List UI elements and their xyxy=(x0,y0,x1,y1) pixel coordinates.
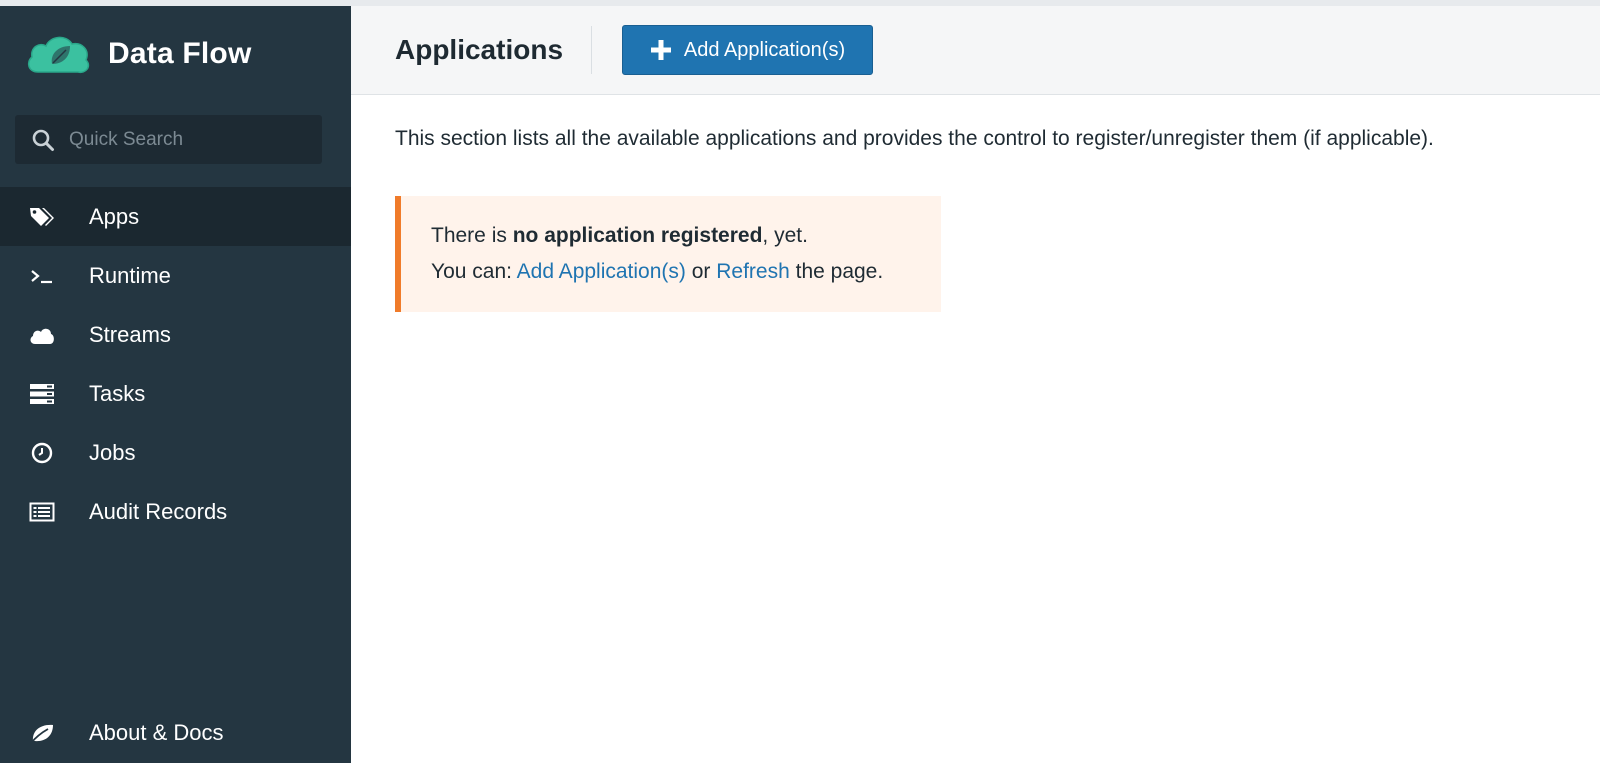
section-description: This section lists all the available app… xyxy=(395,127,1434,150)
add-application-button-label: Add Application(s) xyxy=(683,38,846,61)
search-icon xyxy=(32,129,54,151)
sidebar-item-runtime[interactable]: Runtime xyxy=(0,246,351,305)
notice-text: There is xyxy=(431,224,513,247)
plus-icon xyxy=(650,40,671,60)
notice-text: , yet. xyxy=(762,224,808,247)
sidebar-item-streams[interactable]: Streams xyxy=(0,305,351,364)
sidebar-item-label: Audit Records xyxy=(89,498,228,524)
brand-title: Data Flow xyxy=(108,37,252,70)
notice-line-2: You can: Add Application(s) or Refresh t… xyxy=(431,254,941,290)
sidebar-item-label: Tasks xyxy=(89,380,146,406)
sidebar-item-audit-records[interactable]: Audit Records xyxy=(0,482,351,541)
page-header: Applications Add Application(s) xyxy=(351,6,1600,95)
page-title: Applications xyxy=(395,26,593,74)
app-window: Data Flow Apps xyxy=(0,0,1600,763)
sidebar-item-label: About & Docs xyxy=(89,720,224,745)
tags-icon xyxy=(28,203,56,231)
refresh-link[interactable]: Refresh xyxy=(716,260,790,283)
notice-bold-text: no application registered xyxy=(512,224,763,247)
quick-search[interactable] xyxy=(15,115,322,164)
sidebar-item-tasks[interactable]: Tasks xyxy=(0,364,351,423)
spring-cloud-leaf-icon xyxy=(27,36,90,74)
server-icon xyxy=(28,380,56,408)
list-icon xyxy=(28,498,56,526)
add-application-button[interactable]: Add Application(s) xyxy=(622,25,874,75)
main-panel: Applications Add Application(s) This sec… xyxy=(351,6,1600,763)
sidebar: Data Flow Apps xyxy=(0,6,351,763)
notice-text: You can: xyxy=(431,260,517,283)
cloud-icon xyxy=(28,321,56,349)
sidebar-item-apps[interactable]: Apps xyxy=(0,187,351,246)
sidebar-item-jobs[interactable]: Jobs xyxy=(0,423,351,482)
clock-icon xyxy=(28,439,56,467)
leaf-icon xyxy=(28,719,56,747)
notice-text: or xyxy=(685,260,717,283)
sidebar-item-label: Streams xyxy=(89,321,171,347)
notice-line-1: There is no application registered, yet. xyxy=(431,218,941,254)
notice-text: the page. xyxy=(789,260,884,283)
sidebar-item-label: Jobs xyxy=(89,439,136,465)
sidebar-nav: Apps Runtime Streams Tasks Jobs Audit Re… xyxy=(0,187,351,541)
add-application-link[interactable]: Add Application(s) xyxy=(517,260,686,283)
page-content: This section lists all the available app… xyxy=(351,95,1600,312)
empty-state-notice: There is no application registered, yet.… xyxy=(395,196,941,312)
search-input[interactable] xyxy=(67,127,297,152)
sidebar-item-label: Apps xyxy=(89,203,140,229)
sidebar-item-about-docs[interactable]: About & Docs xyxy=(0,705,351,761)
brand[interactable]: Data Flow xyxy=(0,6,351,102)
terminal-icon xyxy=(28,262,56,290)
sidebar-item-label: Runtime xyxy=(89,262,171,288)
